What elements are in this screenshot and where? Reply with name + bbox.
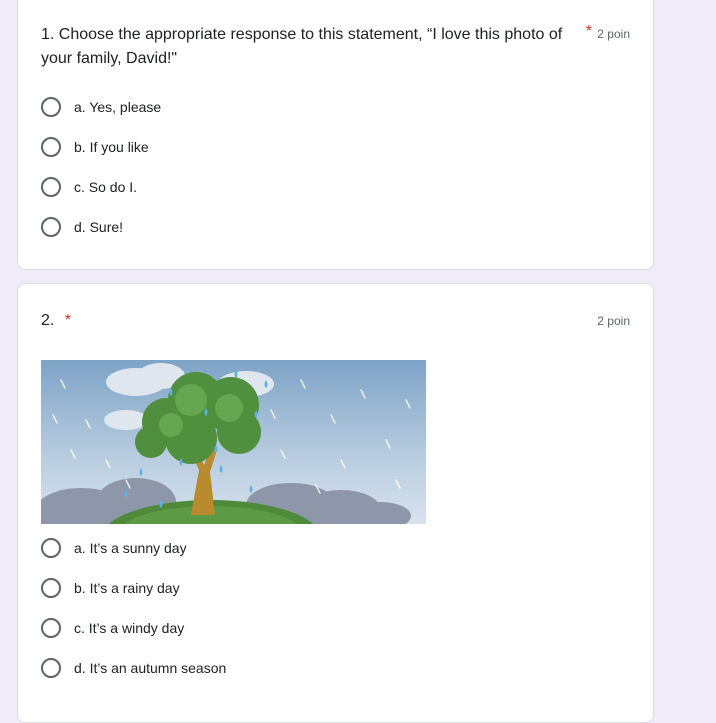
radio-button[interactable]: [41, 137, 61, 157]
points-label: 2 poin: [597, 314, 630, 328]
option-label: a. It’s a sunny day: [74, 540, 187, 556]
option-label: b. It’s a rainy day: [74, 580, 180, 596]
option-label: c. It’s a windy day: [74, 620, 185, 636]
question-title: 1. Choose the appropriate response to th…: [41, 26, 563, 67]
option-c[interactable]: c. It’s a windy day: [41, 608, 226, 648]
radio-button[interactable]: [41, 217, 61, 237]
option-label: a. Yes, please: [74, 99, 162, 115]
option-label: d. Sure!: [74, 219, 124, 235]
required-asterisk: *: [585, 23, 592, 40]
option-d[interactable]: d. Sure!: [41, 207, 161, 247]
option-a[interactable]: a. It’s a sunny day: [41, 528, 226, 568]
question-card-2: 2. * 2 poin a. It’s a sunny day b. It’s …: [17, 283, 654, 723]
option-label: c. So do I.: [74, 179, 138, 195]
tree-in-rain-illustration: [41, 360, 426, 524]
points-label: 2 poin: [597, 27, 630, 41]
option-b[interactable]: b. It’s a rainy day: [41, 568, 226, 608]
option-label: b. If you like: [74, 139, 149, 155]
radio-button[interactable]: [41, 658, 61, 678]
radio-button[interactable]: [41, 538, 61, 558]
radio-button[interactable]: [41, 578, 61, 598]
option-label: d. It’s an autumn season: [74, 660, 227, 676]
required-asterisk: *: [64, 312, 72, 329]
radio-button[interactable]: [41, 177, 61, 197]
question-title: 2. *: [41, 312, 72, 329]
options-list: a. It’s a sunny day b. It’s a rainy day …: [41, 528, 226, 688]
option-d[interactable]: d. It’s an autumn season: [41, 648, 226, 688]
radio-button[interactable]: [41, 618, 61, 638]
option-b[interactable]: b. If you like: [41, 127, 161, 167]
question-card-1: 1. Choose the appropriate response to th…: [17, 0, 654, 270]
option-c[interactable]: c. So do I.: [41, 167, 161, 207]
option-a[interactable]: a. Yes, please: [41, 87, 161, 127]
radio-button[interactable]: [41, 97, 61, 117]
options-list: a. Yes, please b. If you like c. So do I…: [41, 87, 161, 247]
